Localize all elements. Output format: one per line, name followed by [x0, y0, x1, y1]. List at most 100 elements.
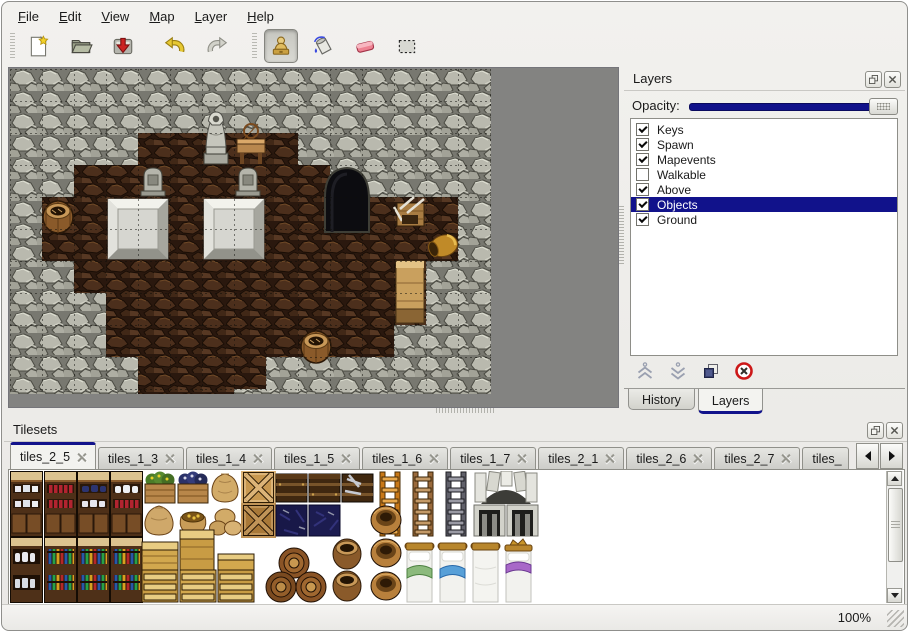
- new-map-button[interactable]: [22, 29, 56, 63]
- resize-grip[interactable]: [887, 610, 904, 627]
- map-viewport[interactable]: [8, 67, 619, 408]
- layer-row-keys[interactable]: Keys: [631, 122, 897, 137]
- arrow-down-icon: [891, 593, 899, 598]
- layer-row-walkable[interactable]: Walkable: [631, 167, 897, 182]
- map-canvas[interactable]: [10, 69, 491, 394]
- menu-view[interactable]: View: [91, 7, 139, 26]
- tileset-tab[interactable]: tiles_: [802, 447, 849, 469]
- stamp-tool-button[interactable]: [264, 29, 298, 63]
- tab-layers[interactable]: Layers: [698, 389, 764, 414]
- save-map-button[interactable]: [106, 29, 140, 63]
- layer-row-mapevents[interactable]: Mapevents: [631, 152, 897, 167]
- raise-layer-button[interactable]: [634, 360, 656, 382]
- map-tall-crate: [396, 261, 424, 323]
- toolbar-handle[interactable]: [10, 33, 15, 59]
- layer-row-objects[interactable]: Objects: [631, 197, 897, 212]
- undo-button[interactable]: [158, 29, 192, 63]
- close-tab-icon[interactable]: [517, 454, 526, 463]
- splitter-horizontal[interactable]: [436, 408, 494, 413]
- toolbar-handle-2[interactable]: [252, 33, 257, 59]
- scrollbar-up-button[interactable]: [887, 471, 902, 486]
- close-panel-button[interactable]: [886, 422, 903, 439]
- layer-actions: [634, 360, 755, 382]
- menu-layer[interactable]: Layer: [185, 7, 238, 26]
- float-panel-button[interactable]: [865, 71, 882, 88]
- tileset-tab[interactable]: tiles_2_7: [714, 447, 800, 469]
- layer-list[interactable]: Keys Spawn Mapevents Walkable Above Obje…: [630, 118, 898, 356]
- tileset-scrollbar[interactable]: [886, 471, 903, 603]
- app-window: File Edit View Map Layer Help: [1, 1, 908, 631]
- tile-pot: [371, 506, 401, 534]
- tab-scroll-buttons: [855, 443, 903, 469]
- redo-button[interactable]: [200, 29, 234, 63]
- menu-map[interactable]: Map: [139, 7, 184, 26]
- close-tab-icon[interactable]: [429, 454, 438, 463]
- scroll-tabs-left-button[interactable]: [856, 443, 879, 469]
- tileset-tab[interactable]: tiles_1_3: [98, 447, 184, 469]
- lower-layer-button[interactable]: [667, 360, 689, 382]
- tileset-tab-label: tiles_1_5: [284, 452, 334, 466]
- eraser-tool-button[interactable]: [348, 29, 382, 63]
- tileset-tab[interactable]: tiles_1_4: [186, 447, 272, 469]
- tileset-tabbar: tiles_2_5 tiles_1_3 tiles_1_4 tiles_1_5 …: [10, 442, 903, 469]
- layer-visibility-checkbox[interactable]: [636, 153, 649, 166]
- layer-visibility-checkbox[interactable]: [636, 198, 649, 211]
- tab-layers-label: Layers: [712, 394, 750, 408]
- tileset-tab-label: tiles_2_1: [548, 452, 598, 466]
- stamp-tool-icon: [269, 34, 293, 58]
- tileset-tab-label: tiles_2_5: [20, 450, 70, 464]
- close-tab-icon[interactable]: [341, 454, 350, 463]
- scrollbar-down-button[interactable]: [887, 588, 902, 603]
- save-icon: [111, 34, 135, 58]
- menu-file[interactable]: File: [8, 7, 49, 26]
- tileset-tab[interactable]: tiles_1_6: [362, 447, 448, 469]
- close-tab-icon[interactable]: [165, 454, 174, 463]
- delete-layer-button[interactable]: [733, 360, 755, 382]
- tab-history[interactable]: History: [628, 389, 695, 410]
- tile-stone-arch: [475, 471, 537, 504]
- layer-visibility-checkbox[interactable]: [636, 168, 649, 181]
- close-panel-button[interactable]: [884, 71, 901, 88]
- layer-visibility-checkbox[interactable]: [636, 213, 649, 226]
- menu-edit[interactable]: Edit: [49, 7, 91, 26]
- map-gravestone-left: [141, 168, 165, 196]
- layer-name: Spawn: [657, 138, 694, 152]
- tileset-tab-label: tiles_1_4: [196, 452, 246, 466]
- layer-visibility-checkbox[interactable]: [636, 183, 649, 196]
- duplicate-layer-button[interactable]: [700, 360, 722, 382]
- scroll-tabs-right-button[interactable]: [880, 443, 903, 469]
- tile-ladder-brown: [413, 472, 433, 536]
- dock-tabbar: History Layers: [624, 388, 905, 415]
- zoom-level: 100%: [838, 610, 871, 625]
- fill-tool-button[interactable]: [306, 29, 340, 63]
- close-tab-icon[interactable]: [781, 454, 790, 463]
- tileset-tab[interactable]: tiles_2_6: [626, 447, 712, 469]
- layer-visibility-checkbox[interactable]: [636, 138, 649, 151]
- layer-name: Ground: [657, 213, 697, 227]
- menu-help[interactable]: Help: [237, 7, 284, 26]
- opacity-slider[interactable]: [689, 97, 898, 114]
- tileset-tab[interactable]: tiles_1_5: [274, 447, 360, 469]
- tileset-canvas[interactable]: [10, 471, 546, 603]
- layer-row-ground[interactable]: Ground: [631, 212, 897, 227]
- close-tab-icon[interactable]: [77, 453, 86, 462]
- opacity-slider-handle[interactable]: [869, 98, 898, 115]
- eraser-tool-icon: [353, 34, 377, 58]
- close-tab-icon[interactable]: [605, 454, 614, 463]
- scrollbar-thumb[interactable]: [888, 488, 903, 562]
- layer-visibility-checkbox[interactable]: [636, 123, 649, 136]
- tileset-viewport[interactable]: [8, 469, 905, 605]
- layer-row-spawn[interactable]: Spawn: [631, 137, 897, 152]
- layer-row-above[interactable]: Above: [631, 182, 897, 197]
- toolbar: [7, 28, 432, 64]
- tileset-tab[interactable]: tiles_2_1: [538, 447, 624, 469]
- tileset-tab[interactable]: tiles_1_7: [450, 447, 536, 469]
- close-tab-icon[interactable]: [253, 454, 262, 463]
- arrow-up-icon: [891, 476, 899, 481]
- tileset-tab[interactable]: tiles_2_5: [10, 442, 96, 469]
- select-tool-button[interactable]: [390, 29, 424, 63]
- tile-dark-chest-debris: [342, 474, 373, 502]
- float-panel-button[interactable]: [867, 422, 884, 439]
- open-map-button[interactable]: [64, 29, 98, 63]
- close-tab-icon[interactable]: [693, 454, 702, 463]
